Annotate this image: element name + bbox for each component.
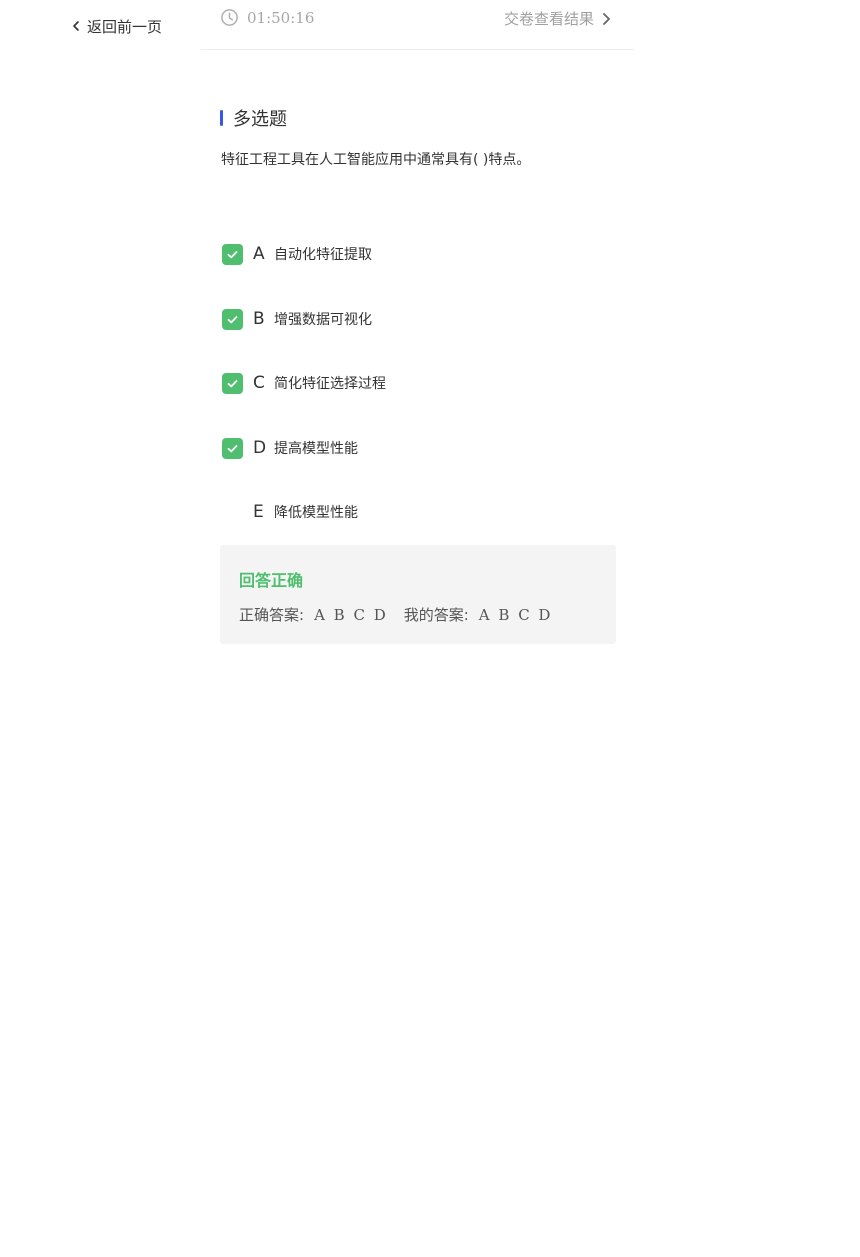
submit-label: 交卷查看结果 [503, 10, 594, 28]
my-answer-value: A B C D [478, 605, 553, 624]
back-label: 返回前一页 [87, 17, 163, 36]
question-text: 特征工程工具在人工智能应用中通常具有( )特点。 [221, 152, 531, 168]
checkbox-checked-icon[interactable] [222, 437, 243, 459]
option-text: 增强数据可视化 [274, 312, 372, 328]
chevron-left-icon [70, 20, 82, 32]
checkbox-checked-icon[interactable] [222, 308, 243, 330]
option-a[interactable]: A 自动化特征提取 [222, 243, 372, 265]
option-text: 自动化特征提取 [274, 247, 372, 263]
clock-icon [221, 9, 238, 26]
timer-value: 01:50:16 [247, 8, 315, 27]
option-letter: B [253, 309, 265, 329]
option-text: 降低模型性能 [274, 505, 358, 521]
checkbox-checked-icon[interactable] [222, 243, 243, 265]
answer-result-card: 回答正确 正确答案: A B C D 我的答案: A B C D [220, 545, 616, 644]
my-answer-label: 我的答案: [403, 606, 469, 624]
checkbox-checked-icon[interactable] [222, 372, 243, 394]
exam-header: 01:50:16 交卷查看结果 [201, 0, 634, 50]
heading-accent-bar [220, 110, 223, 126]
option-letter: C [253, 373, 265, 393]
option-letter: D [253, 438, 267, 458]
chevron-right-icon [600, 12, 612, 26]
correct-answer-value: A B C D [314, 605, 388, 624]
result-status: 回答正确 [239, 571, 304, 590]
option-c[interactable]: C 简化特征选择过程 [222, 372, 386, 394]
option-letter: E [253, 502, 264, 522]
answer-summary: 正确答案: A B C D 我的答案: A B C D [239, 604, 568, 625]
question-type-heading: 多选题 [220, 106, 287, 130]
back-button[interactable]: 返回前一页 [70, 14, 162, 38]
countdown-timer: 01:50:16 [220, 8, 314, 27]
question-type-label: 多选题 [233, 109, 287, 130]
option-letter: A [253, 244, 265, 264]
option-text: 简化特征选择过程 [274, 376, 386, 392]
option-text: 提高模型性能 [274, 441, 358, 457]
correct-answer-label: 正确答案: [239, 606, 305, 624]
option-e[interactable]: E 降低模型性能 [222, 501, 358, 523]
option-d[interactable]: D 提高模型性能 [222, 437, 358, 459]
checkbox-unchecked[interactable] [222, 502, 243, 523]
submit-exam-button[interactable]: 交卷查看结果 [504, 8, 612, 29]
option-b[interactable]: B 增强数据可视化 [222, 308, 372, 330]
